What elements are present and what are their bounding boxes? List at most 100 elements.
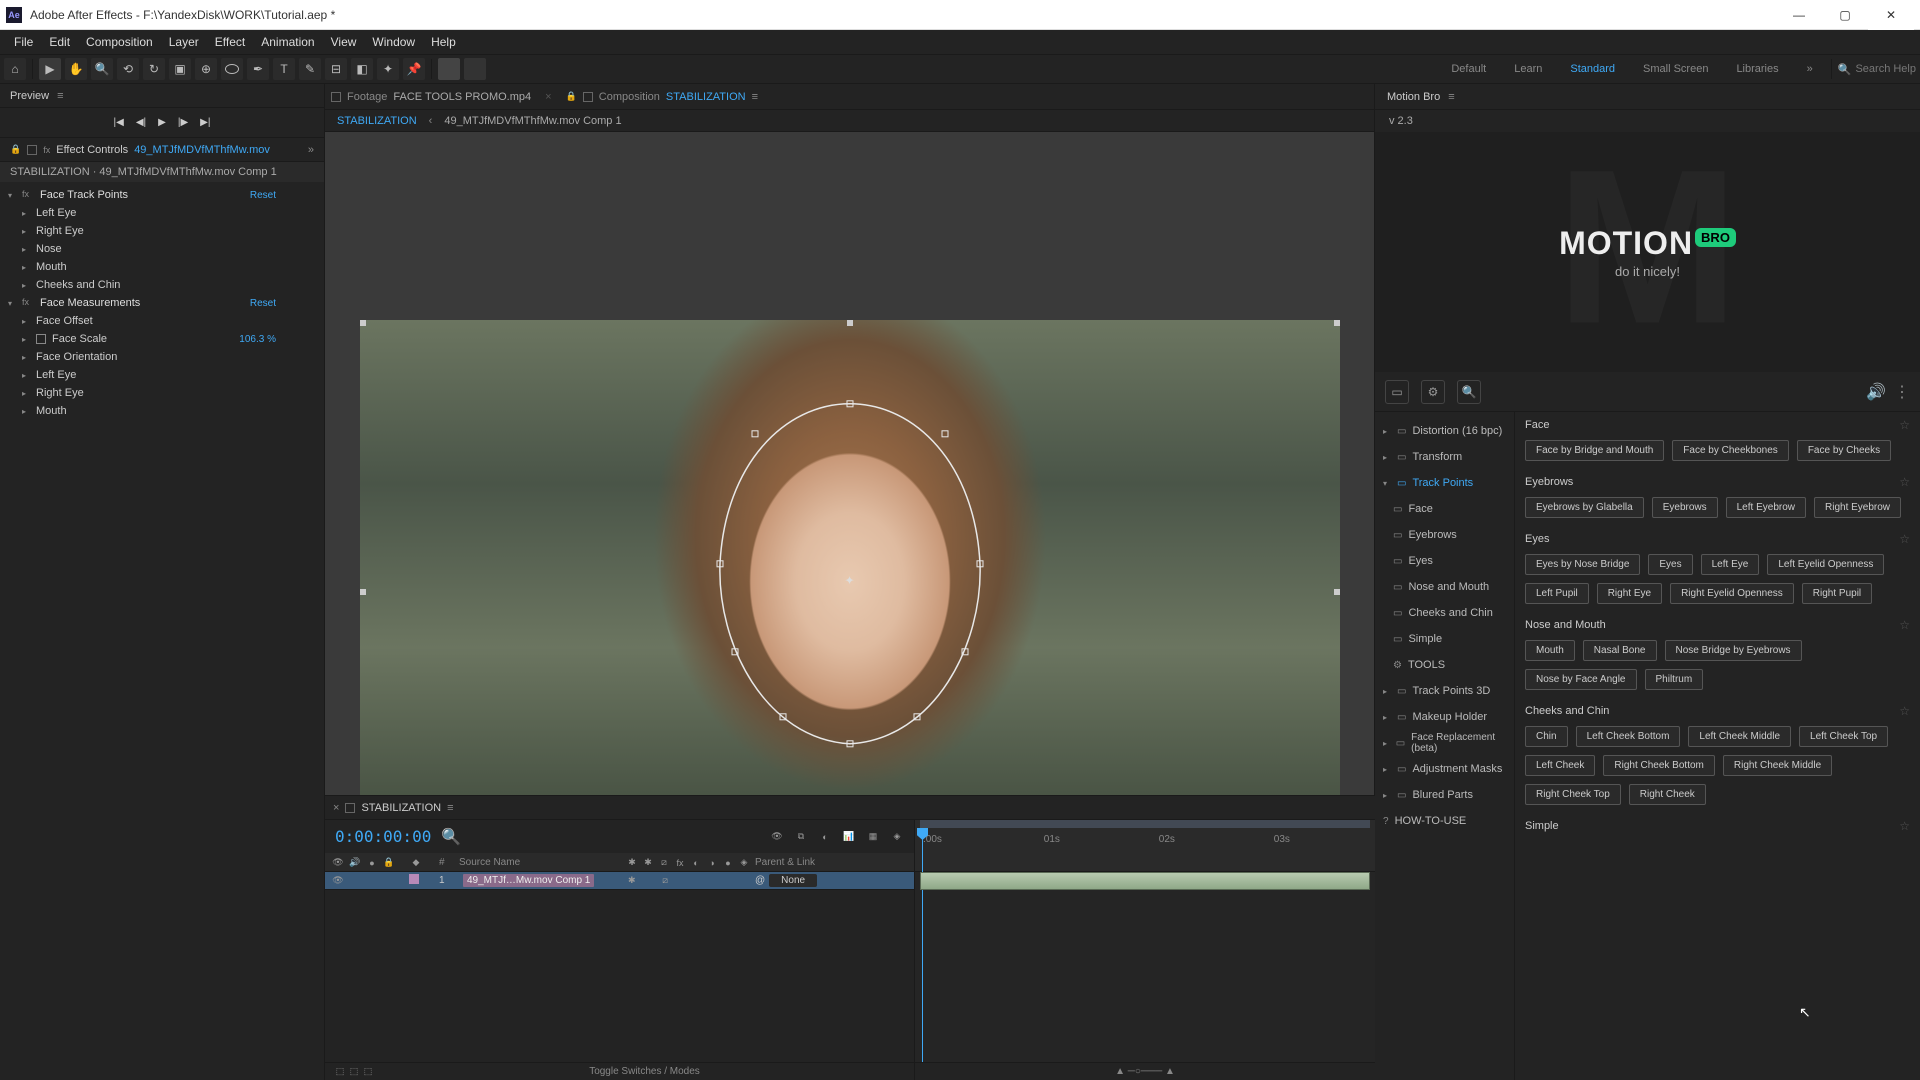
current-time-indicator[interactable] [922,828,923,1080]
proj-icon[interactable] [27,145,37,155]
tree-item[interactable]: Transform [1412,451,1462,463]
menu-composition[interactable]: Composition [78,35,161,49]
effect-name[interactable]: Face Track Points [40,189,128,201]
comp-tab-label[interactable]: Composition [599,91,660,103]
effect-name[interactable]: Face Measurements [40,297,140,309]
favorite-icon[interactable]: ☆ [1899,819,1910,833]
twirl-icon[interactable]: ▸ [22,335,30,344]
preset-button[interactable]: Left Cheek Bottom [1576,726,1681,747]
layer-name[interactable]: 49_MTJf…Mw.mov Comp 1 [463,874,594,887]
3d-icon[interactable]: ◈ [890,830,904,844]
stroke-swatch[interactable] [464,58,486,80]
preset-button[interactable]: Right Cheek Top [1525,784,1621,805]
favorite-icon[interactable]: ☆ [1899,618,1910,632]
type-tool-icon[interactable]: T [273,58,295,80]
toggle-switches-icon[interactable]: ⬚ [347,1065,361,1079]
label-col-icon[interactable]: ◆ [409,856,423,870]
draft3d-icon[interactable]: ▦ [866,830,880,844]
reset-link[interactable]: Reset [250,190,276,201]
close-button[interactable]: ✕ [1868,0,1914,30]
menu-effect[interactable]: Effect [207,35,253,49]
twirl-icon[interactable]: ▸ [22,371,30,380]
twirl-icon[interactable]: ▸ [22,245,30,254]
timeline-search-icon[interactable]: 🔍 [441,827,461,847]
twirl-icon[interactable]: ▸ [1383,453,1391,462]
favorite-icon[interactable]: ☆ [1899,475,1910,489]
folder-icon[interactable]: ▭ [1385,380,1409,404]
switch-icon[interactable]: ◈ [737,856,751,870]
menu-layer[interactable]: Layer [161,35,207,49]
favorite-icon[interactable]: ☆ [1899,532,1910,546]
stamp-tool-icon[interactable]: ⊟ [325,58,347,80]
preset-button[interactable]: Left Eyelid Openness [1767,554,1884,575]
breadcrumb-sub[interactable]: 49_MTJfMDVfMThfMw.mov Comp 1 [444,115,621,127]
motionbro-tab[interactable]: Motion Bro [1387,91,1440,103]
sound-icon[interactable]: 🔊 [1866,382,1886,402]
home-tool-icon[interactable]: ⌂ [4,58,26,80]
rotate-tool-icon[interactable]: ↻ [143,58,165,80]
menu-animation[interactable]: Animation [253,35,322,49]
roto-tool-icon[interactable]: ✦ [377,58,399,80]
tree-item[interactable]: Track Points 3D [1412,685,1490,697]
preset-button[interactable]: Right Eyelid Openness [1670,583,1794,604]
toggle-switches-icon[interactable]: ⬚ [361,1065,375,1079]
preset-button[interactable]: Left Cheek Middle [1688,726,1791,747]
twirl-icon[interactable]: ▾ [8,191,16,200]
workspace-default[interactable]: Default [1439,63,1498,75]
zoom-slider[interactable]: ▲ ─○─── ▲ [1115,1066,1175,1077]
first-frame-icon[interactable]: |◀ [114,117,124,128]
fill-swatch[interactable] [438,58,460,80]
close-tab-icon[interactable]: × [333,802,339,814]
prop-left-eye[interactable]: Left Eye [36,207,76,219]
col-parent[interactable]: Parent & Link [755,857,914,868]
twirl-icon[interactable]: ▸ [1383,739,1390,748]
prop-face-orient[interactable]: Face Orientation [36,351,117,363]
preset-button[interactable]: Eyes by Nose Bridge [1525,554,1640,575]
preset-button[interactable]: Right Eye [1597,583,1662,604]
prev-frame-icon[interactable]: ◀| [136,117,146,128]
preset-button[interactable]: Nasal Bone [1583,640,1657,661]
current-time[interactable]: 0:00:00:00 [335,827,431,846]
prop-mouth[interactable]: Mouth [36,261,67,273]
favorite-icon[interactable]: ☆ [1899,418,1910,432]
switch-icon[interactable]: ● [721,856,735,870]
tree-item[interactable]: Eyebrows [1408,529,1456,541]
twirl-icon[interactable]: ▸ [1383,427,1391,436]
work-area-bar[interactable] [920,820,1370,828]
toggle-switches-label[interactable]: Toggle Switches / Modes [375,1066,914,1077]
switch-icon[interactable]: ✱ [641,856,655,870]
preset-button[interactable]: Eyebrows by Glabella [1525,497,1644,518]
next-frame-icon[interactable]: |▶ [178,117,188,128]
toggle-switches-icon[interactable]: ⬚ [333,1065,347,1079]
menu-window[interactable]: Window [364,35,423,49]
switch-icon[interactable]: ✱ [625,874,639,888]
prop-right-eye[interactable]: Right Eye [36,225,84,237]
hand-tool-icon[interactable]: ✋ [65,58,87,80]
comp-tab-name[interactable]: STABILIZATION [666,91,746,103]
effect-controls-tab[interactable]: Effect Controls [56,144,128,156]
pickwhip-icon[interactable]: @ [755,875,765,886]
tree-item[interactable]: Cheeks and Chin [1408,607,1492,619]
menu-edit[interactable]: Edit [41,35,78,49]
lock-col-icon[interactable]: 🔒 [382,856,396,870]
switch-icon[interactable]: ✱ [625,856,639,870]
twirl-icon[interactable]: ▸ [22,263,30,272]
maximize-button[interactable]: ▢ [1822,0,1868,30]
twirl-icon[interactable]: ▸ [22,317,30,326]
eraser-tool-icon[interactable]: ◧ [351,58,373,80]
help-search[interactable]: 🔍 Search Help [1838,63,1916,76]
twirl-icon[interactable]: ▸ [1383,687,1391,696]
tree-item[interactable]: Distortion (16 bpc) [1412,425,1502,437]
switch-icon[interactable]: fx [673,856,687,870]
preset-button[interactable]: Left Eyebrow [1726,497,1806,518]
twirl-icon[interactable]: ▾ [8,299,16,308]
footage-tab-label[interactable]: Footage [347,91,387,103]
twirl-icon[interactable]: ▸ [1383,765,1391,774]
twirl-icon[interactable]: ▸ [22,353,30,362]
workspace-overflow-icon[interactable]: » [1795,63,1825,75]
solo-col-icon[interactable]: ● [365,856,379,870]
puppet-tool-icon[interactable]: 📌 [403,58,425,80]
workspace-standard[interactable]: Standard [1558,63,1627,75]
preset-button[interactable]: Left Eye [1701,554,1760,575]
preset-button[interactable]: Right Cheek Bottom [1603,755,1715,776]
